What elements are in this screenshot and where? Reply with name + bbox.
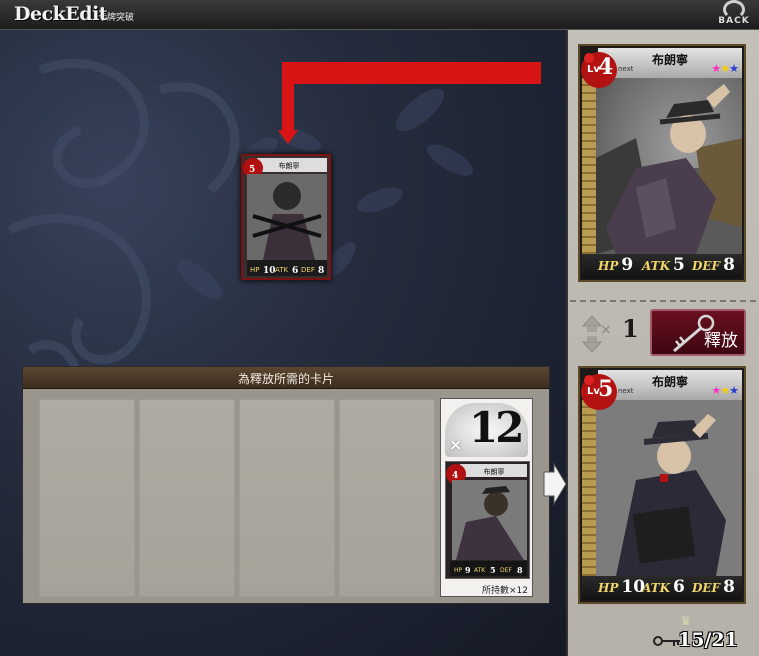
owned-quantity-label: 所持數×12 [482,586,528,596]
owned-card-def: 8 [517,565,523,575]
release-button-label: 釋放 [704,331,738,351]
card-title-bar: 布朗寧 next ★★★ [598,370,742,400]
def-stat: DEF 8 [692,577,735,597]
back-label: BACK [718,16,750,26]
times-icon: × [600,322,612,338]
small-card-hp: 10 [263,266,276,276]
current-card-level: 4 [598,54,614,80]
result-card-level: 5 [598,376,614,402]
guide-arrow [278,62,541,144]
svg-text:DEF: DEF [500,567,512,574]
quantity-stepper[interactable] [582,314,602,354]
svg-text:DEF: DEF [301,266,315,274]
small-card-name: 布朗寧 [279,161,300,170]
arrow-right-icon [543,462,567,506]
divider [570,300,756,302]
deck-count: 15/21 [678,629,738,651]
owned-card-name: 布朗寧 [484,467,505,476]
svg-text:HP: HP [250,266,260,274]
card-artwork: HP 10 ATK 6 DEF 8 布朗寧 5 [243,156,329,278]
next-label: next [618,65,634,73]
svg-text:ATK: ATK [474,567,486,574]
small-card-level: 5 [249,165,255,175]
release-quantity: 1 [622,314,639,343]
times-icon: × [449,435,463,454]
back-button[interactable]: BACK [712,0,756,28]
small-card-def: 8 [318,266,324,276]
atk-stat: ATK 6 [642,577,685,597]
laurel-icon: ♛ [680,614,694,629]
panel-header: 為釋放所需的卡片 [23,367,549,389]
svg-text:HP: HP [454,567,463,574]
atk-stat: ATK 5 [642,255,685,275]
deck-count-badge: ♛ 15/21 [652,612,756,654]
material-slot[interactable] [239,399,335,597]
def-stat: DEF 8 [692,255,735,275]
owned-card-hp: 9 [465,565,471,575]
release-materials-panel: 為釋放所需的卡片 × 12 4 布朗寧 HP 9 ATK 5 DEF 8 所持數… [22,366,550,604]
current-card[interactable]: 布朗寧 next ★★★ Lv 4 HP 9 ATK 5 DEF 8 [578,44,746,282]
card-artwork: 4 布朗寧 HP 9 ATK 5 DEF 8 [446,462,529,578]
result-card-artwork [596,400,742,576]
stat-bar: HP 9 ATK 5 DEF 8 [582,254,742,278]
rarity-stars: ★★★ [711,62,739,75]
panel-title: 為釋放所需的卡片 [237,372,334,386]
hp-stat: HP 10 [598,577,646,597]
hp-stat: HP 9 [598,255,634,275]
material-slot[interactable] [339,399,435,597]
current-card-artwork [596,78,742,254]
material-slot[interactable] [139,399,235,597]
next-label: next [618,387,634,395]
owned-card-level: 4 [452,471,458,481]
small-card-atk: 6 [292,266,298,276]
release-button[interactable]: 釋放 [650,309,746,356]
card-title-bar: 布朗寧 next ★★★ [598,48,742,78]
result-card[interactable]: 布朗寧 next ★★★ Lv 5 HP 10 ATK 6 DEF 8 [578,366,746,604]
owned-card-thumbnail: 4 布朗寧 HP 9 ATK 5 DEF 8 [445,461,530,579]
material-slot[interactable] [39,399,135,597]
stat-bar: HP 10 ATK 6 DEF 8 [582,576,742,600]
rarity-stars: ★★★ [711,384,739,397]
owned-count: 12 [469,403,524,452]
svg-text:ATK: ATK [275,266,289,274]
selected-card-thumbnail[interactable]: HP 10 ATK 6 DEF 8 布朗寧 5 [241,154,331,280]
owned-card-box[interactable]: × 12 4 布朗寧 HP 9 ATK 5 DEF 8 所持數×12 [440,398,533,597]
owned-card-atk: 5 [490,565,496,575]
